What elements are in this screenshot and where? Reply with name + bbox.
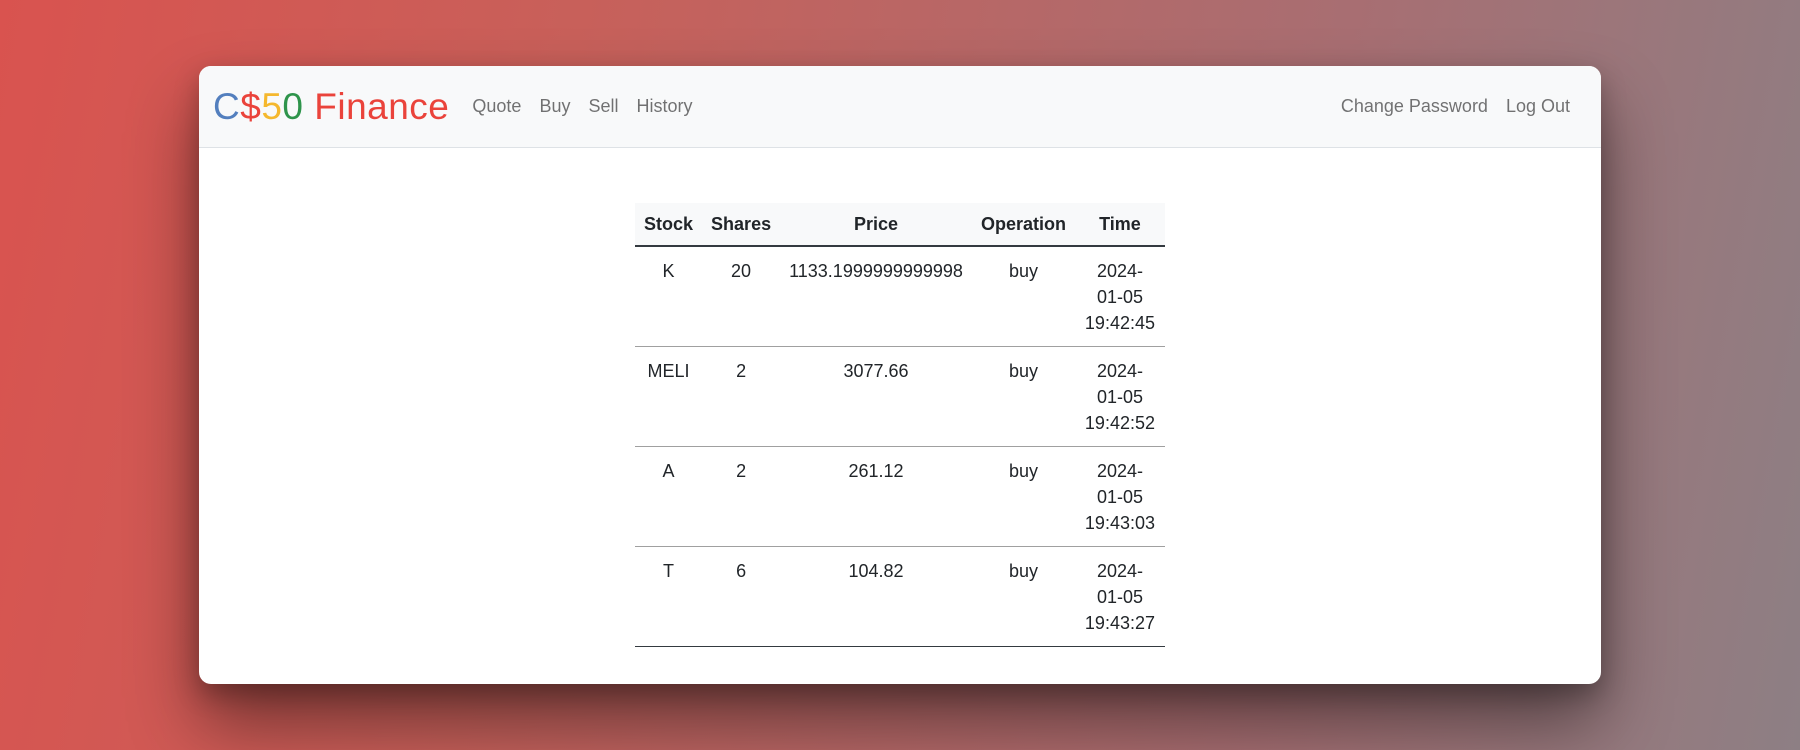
brand-five: 5 <box>261 85 283 127</box>
cell-stock: A <box>635 446 703 547</box>
main-content: Stock Shares Price Operation Time K 20 1… <box>199 148 1601 647</box>
table-row: K 20 1133.1999999999998 buy 2024- 01-05 … <box>635 246 1165 347</box>
brand-letter-c: C <box>213 85 241 127</box>
time-clock: 19:42:52 <box>1084 413 1155 433</box>
header-shares: Shares <box>702 203 781 247</box>
header-stock: Stock <box>635 203 703 247</box>
time-date-part1: 2024- <box>1096 361 1143 381</box>
cell-operation: buy <box>971 346 1075 447</box>
cell-price: 3077.66 <box>780 346 972 447</box>
nav-history-link[interactable]: History <box>627 88 701 124</box>
cell-price: 261.12 <box>780 446 972 547</box>
brand-dollar: $ <box>240 85 262 127</box>
navbar: C$50 Finance Quote Buy Sell History Chan… <box>199 66 1601 148</box>
browser-window: C$50 Finance Quote Buy Sell History Chan… <box>199 66 1601 684</box>
cell-operation: buy <box>971 246 1075 347</box>
time-date-part2: 01-05 <box>1096 387 1143 407</box>
cell-shares: 2 <box>702 346 781 447</box>
nav-buy-link[interactable]: Buy <box>530 88 579 124</box>
history-table: Stock Shares Price Operation Time K 20 1… <box>635 203 1165 647</box>
header-price: Price <box>780 203 972 247</box>
cell-time: 2024- 01-05 19:43:27 <box>1074 546 1165 647</box>
table-row: A 2 261.12 buy 2024- 01-05 19:43:03 <box>635 446 1165 547</box>
brand-zero: 0 <box>282 85 304 127</box>
header-operation: Operation <box>971 203 1075 247</box>
time-date-part2: 01-05 <box>1096 587 1143 607</box>
time-date-part2: 01-05 <box>1096 487 1143 507</box>
account-nav: Change Password Log Out <box>1332 96 1579 117</box>
time-clock: 19:43:03 <box>1084 513 1155 533</box>
time-date-part1: 2024- <box>1096 461 1143 481</box>
cell-time: 2024- 01-05 19:42:52 <box>1074 346 1165 447</box>
change-password-link[interactable]: Change Password <box>1332 88 1497 124</box>
time-date-part1: 2024- <box>1096 561 1143 581</box>
brand-finance: Finance <box>303 85 450 127</box>
cell-price: 104.82 <box>780 546 972 647</box>
cell-shares: 20 <box>702 246 781 347</box>
brand-logo-link[interactable]: C$50 Finance <box>213 86 449 128</box>
nav-quote-link[interactable]: Quote <box>463 88 530 124</box>
cell-stock: T <box>635 546 703 647</box>
cell-operation: buy <box>971 546 1075 647</box>
cell-price: 1133.1999999999998 <box>780 246 972 347</box>
cell-time: 2024- 01-05 19:42:45 <box>1074 246 1165 347</box>
table-row: MELI 2 3077.66 buy 2024- 01-05 19:42:52 <box>635 346 1165 447</box>
cell-time: 2024- 01-05 19:43:03 <box>1074 446 1165 547</box>
cell-stock: MELI <box>635 346 703 447</box>
time-date-part1: 2024- <box>1096 261 1143 281</box>
log-out-link[interactable]: Log Out <box>1497 88 1579 124</box>
time-date-part2: 01-05 <box>1096 287 1143 307</box>
cell-shares: 2 <box>702 446 781 547</box>
main-nav: Quote Buy Sell History <box>463 96 701 117</box>
table-row: T 6 104.82 buy 2024- 01-05 19:43:27 <box>635 546 1165 647</box>
cell-shares: 6 <box>702 546 781 647</box>
cell-operation: buy <box>971 446 1075 547</box>
header-time: Time <box>1074 203 1165 247</box>
time-clock: 19:43:27 <box>1084 613 1155 633</box>
table-header-row: Stock Shares Price Operation Time <box>635 203 1165 247</box>
time-clock: 19:42:45 <box>1084 313 1155 333</box>
cell-stock: K <box>635 246 703 347</box>
nav-sell-link[interactable]: Sell <box>579 88 627 124</box>
